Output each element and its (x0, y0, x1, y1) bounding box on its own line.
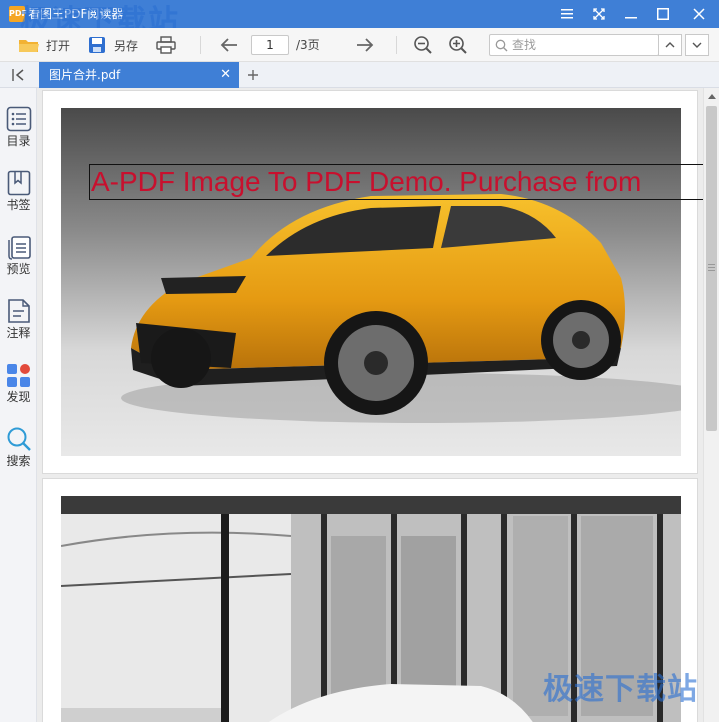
menu-button[interactable] (551, 0, 583, 28)
document-viewer[interactable]: A-PDF Image To PDF Demo. Purchase from (37, 88, 703, 722)
sidebar-label: 书签 (6, 198, 31, 212)
zoom-out-icon (414, 36, 432, 54)
sidebar-label: 目录 (6, 134, 31, 148)
zoom-in-button[interactable] (448, 33, 468, 57)
tab-bar: 图片合并.pdf ✕ (0, 62, 719, 88)
toolbar-divider (200, 36, 201, 54)
minimize-icon (625, 17, 637, 19)
toolbar: 打开 另存 1 /3页 查找 (0, 28, 719, 62)
scrollbar-grip (708, 264, 715, 265)
sidebar-item-bookmarks[interactable]: 书签 (0, 170, 37, 226)
print-icon (156, 36, 176, 54)
watermark-bottom: 极速下载站 (543, 672, 698, 707)
sidebar-label: 发现 (6, 390, 31, 404)
next-page-button[interactable] (355, 33, 375, 57)
menu-icon (561, 9, 573, 19)
save-as-label: 另存 (114, 38, 139, 53)
chevron-down-icon (692, 42, 702, 48)
zoom-in-icon (449, 36, 467, 54)
minimize-button[interactable] (615, 0, 647, 28)
page-total: /3页 (296, 38, 320, 52)
pdf-page (42, 90, 698, 474)
demo-watermark-banner: A-PDF Image To PDF Demo. Purchase from (89, 164, 703, 200)
fullscreen-icon (593, 8, 605, 20)
folder-icon (19, 40, 39, 52)
vertical-scrollbar[interactable] (703, 88, 719, 722)
sidebar-label: 注释 (6, 326, 31, 340)
close-icon (693, 8, 705, 20)
arrow-left-icon (220, 38, 237, 52)
app-window: PDF 看图王PDF阅读器 极速下载站 打开 另存 1 /3页 查找 图片合并.… (0, 0, 719, 722)
search-placeholder: 查找 (512, 38, 537, 52)
collapse-left-icon (12, 69, 24, 81)
scroll-up-button[interactable] (704, 88, 719, 104)
collapse-sidebar-button[interactable] (10, 67, 26, 83)
scrollbar-grip (708, 267, 715, 268)
sidebar-item-annotations[interactable]: 注释 (0, 298, 37, 354)
thumbnails-icon (8, 236, 31, 260)
new-tab-button[interactable] (246, 62, 260, 88)
maximize-icon (657, 8, 669, 20)
maximize-button[interactable] (647, 0, 679, 28)
scrollbar-grip (708, 270, 715, 271)
print-button[interactable] (156, 33, 176, 57)
sidebar-item-contents[interactable]: 目录 (0, 106, 37, 162)
title-bar: PDF 看图王PDF阅读器 极速下载站 (0, 0, 719, 39)
open-label: 打开 (46, 38, 71, 53)
tab-label: 图片合并.pdf (49, 68, 121, 82)
search-icon (7, 427, 31, 451)
sidebar-item-search[interactable]: 搜索 (0, 426, 37, 482)
scroll-up-icon (708, 94, 716, 99)
sidebar-label: 搜索 (6, 454, 31, 468)
fullscreen-button[interactable] (583, 0, 615, 28)
zoom-out-button[interactable] (413, 33, 433, 57)
page-number-input[interactable]: 1 (251, 35, 289, 55)
close-button[interactable] (683, 0, 715, 28)
save-icon (89, 37, 105, 53)
sidebar: 目录 书签 预览 注释 发现 搜索 (0, 88, 37, 722)
discover-icon (7, 364, 30, 387)
annotation-icon (8, 299, 30, 323)
search-icon (495, 39, 508, 52)
plus-icon (248, 70, 258, 80)
list-icon (6, 106, 32, 132)
chevron-up-icon (665, 42, 675, 48)
toolbar-divider (396, 36, 397, 54)
bookmark-icon (7, 170, 31, 196)
sidebar-label: 预览 (6, 262, 31, 276)
previous-page-button[interactable] (219, 33, 239, 57)
sidebar-item-preview[interactable]: 预览 (0, 234, 37, 290)
search-next-button[interactable] (685, 34, 709, 56)
search-previous-button[interactable] (658, 34, 682, 56)
tab-document[interactable]: 图片合并.pdf ✕ (39, 62, 239, 88)
arrow-right-icon (357, 38, 374, 52)
tab-close-icon[interactable]: ✕ (220, 62, 231, 88)
scrollbar-thumb[interactable] (706, 106, 717, 431)
sidebar-item-discover[interactable]: 发现 (0, 362, 37, 418)
search-input[interactable]: 查找 (489, 34, 659, 56)
open-button[interactable]: 打开 (18, 33, 70, 57)
save-as-button[interactable]: 另存 (88, 33, 138, 57)
yellow-suv-photo (61, 108, 681, 456)
